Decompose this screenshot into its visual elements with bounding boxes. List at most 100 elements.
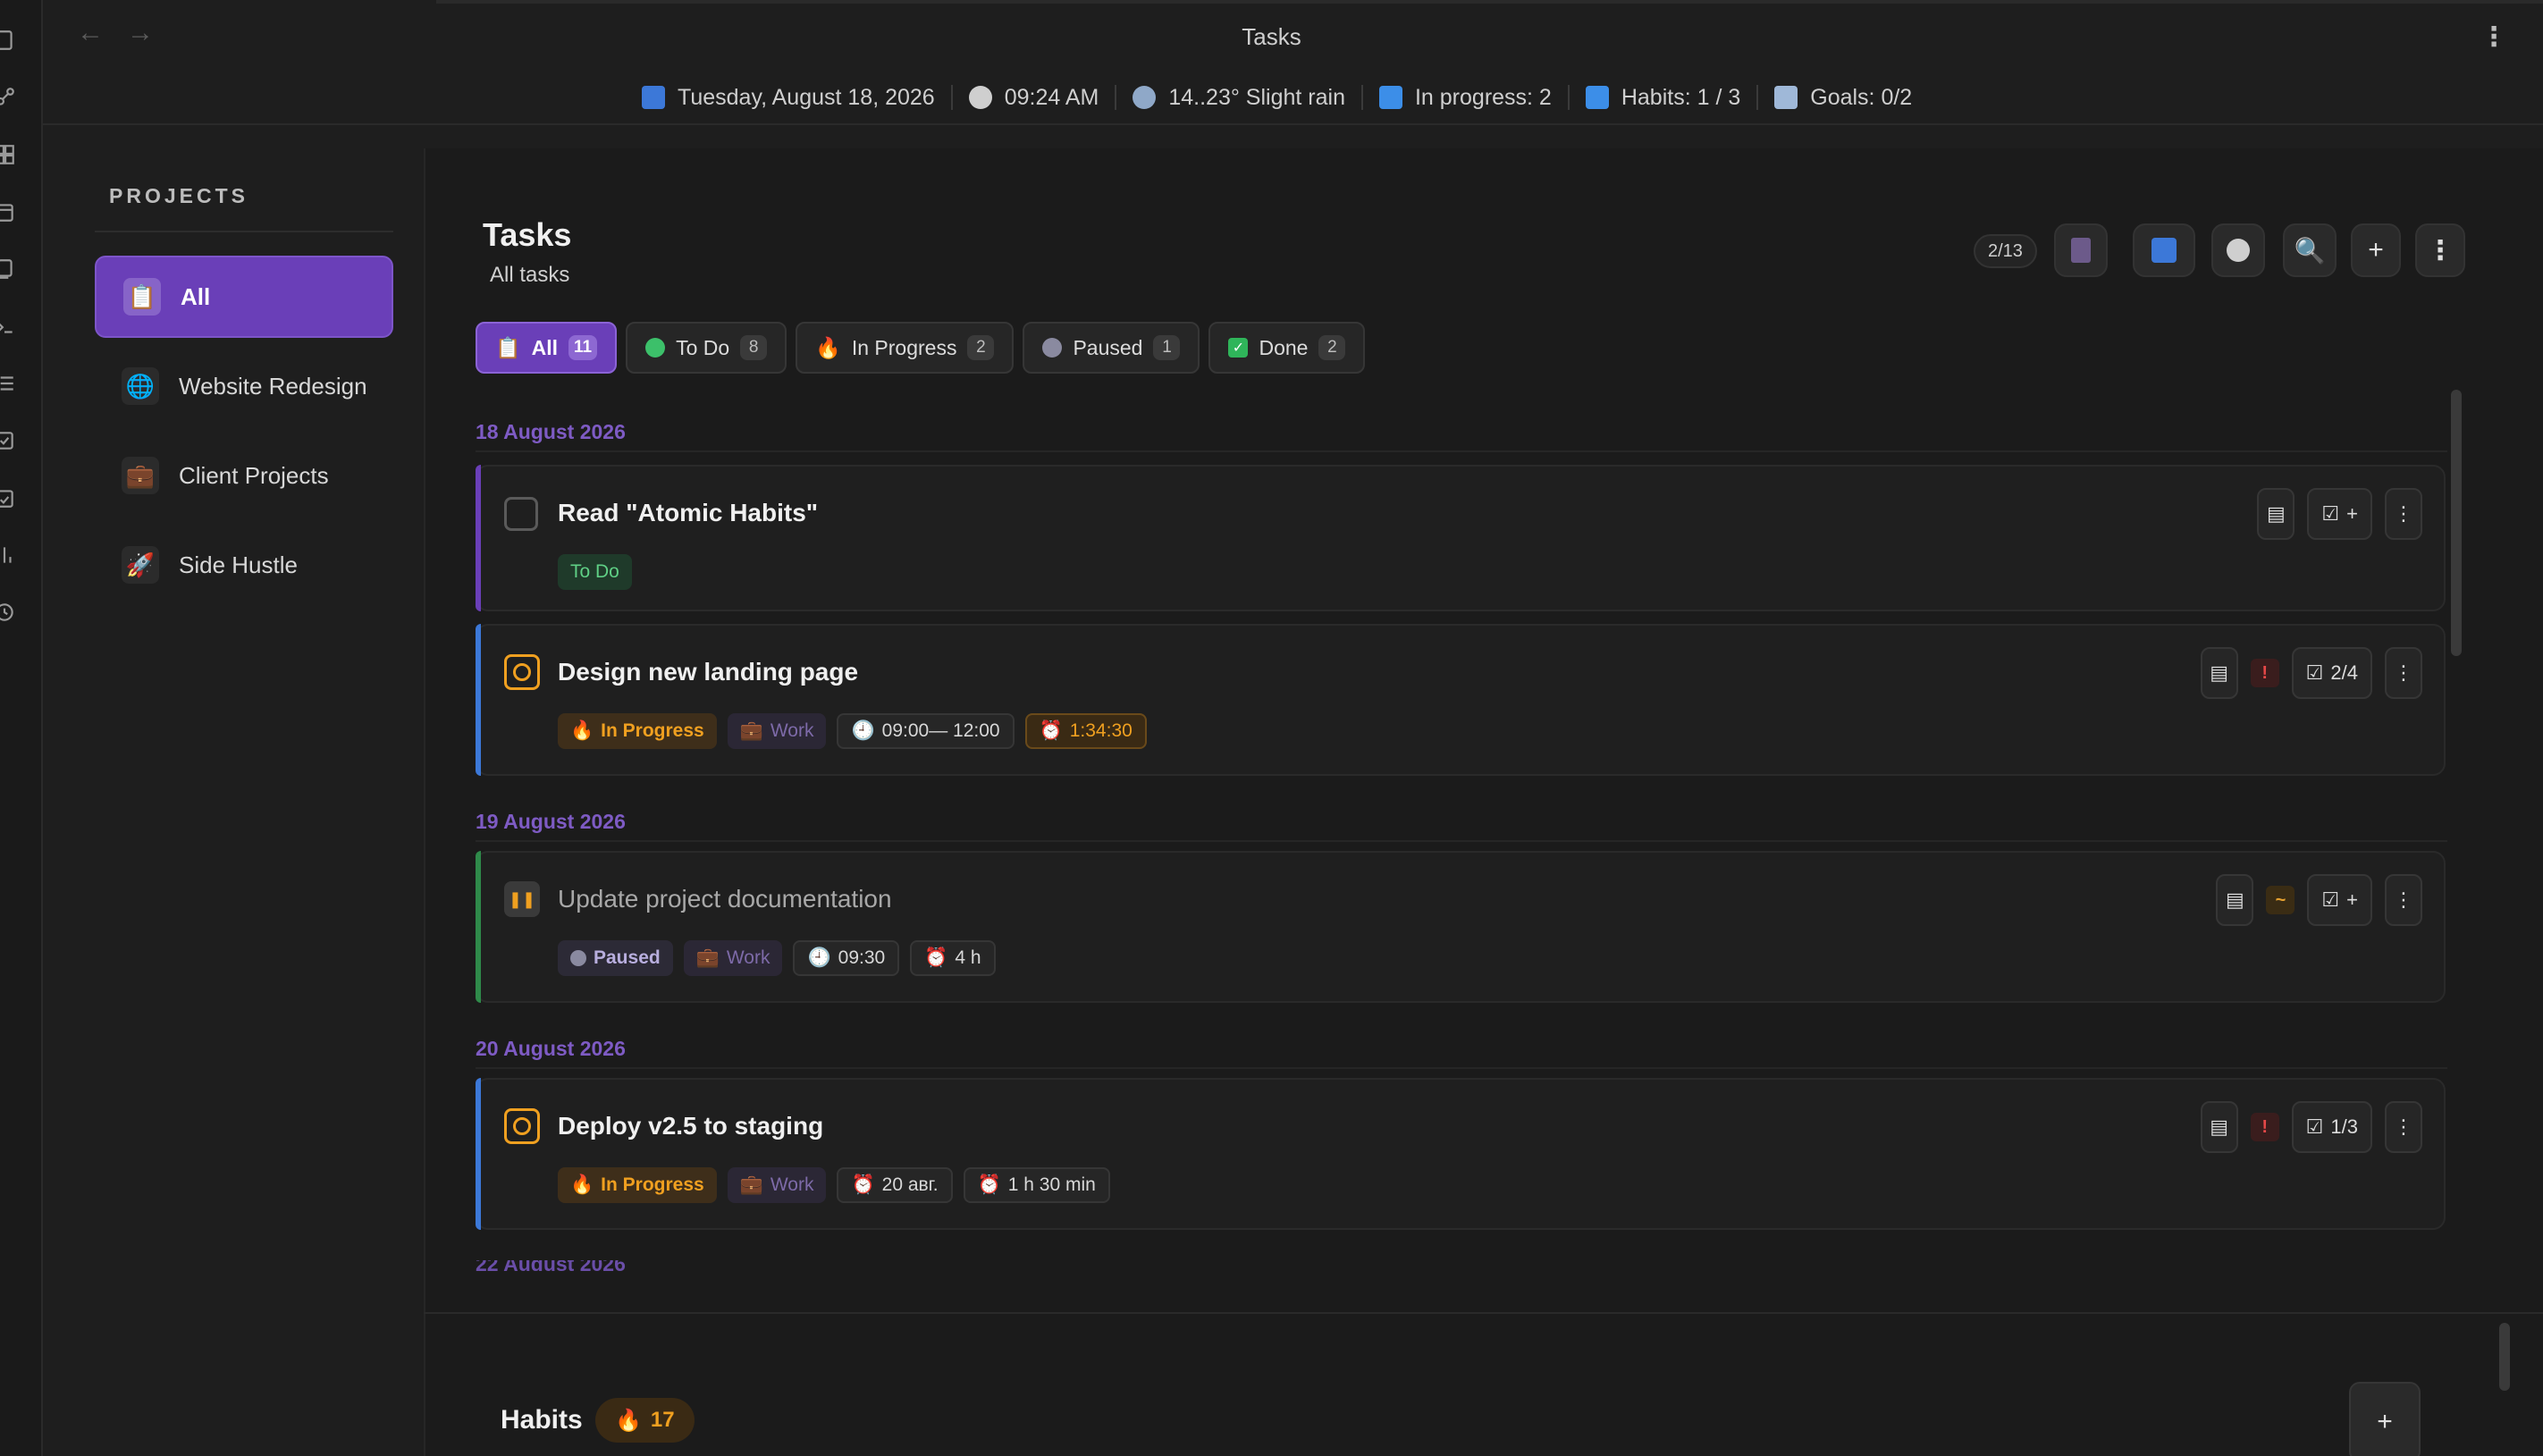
tasks-scrollbar[interactable] bbox=[2451, 390, 2462, 656]
fire-icon: 🔥 bbox=[815, 335, 841, 359]
alarm-icon: ⏰ bbox=[977, 1174, 1001, 1195]
time-info: 09:24 AM bbox=[953, 85, 1116, 111]
status-badge: 🔥 In Progress bbox=[558, 713, 717, 749]
subtasks-button[interactable]: ☑ 2/4 bbox=[2291, 647, 2372, 699]
notes-button[interactable]: ▤ bbox=[2200, 1101, 2238, 1153]
date-group-header-partial: 22 August 2026 bbox=[476, 1260, 654, 1271]
clock-status-icon[interactable] bbox=[504, 654, 540, 690]
more-menu-button[interactable]: ⋮ bbox=[2415, 223, 2465, 277]
pause-status-icon[interactable]: ❚❚ bbox=[504, 881, 540, 917]
subtasks-button[interactable]: ☑ + bbox=[2307, 874, 2372, 926]
history-icon[interactable] bbox=[0, 601, 18, 624]
in-progress-text: In progress: 2 bbox=[1414, 84, 1552, 110]
projects-heading: PROJECTS bbox=[109, 184, 248, 207]
habits-info: Habits: 1 / 3 bbox=[1570, 85, 1756, 111]
category-label: Work bbox=[770, 1174, 814, 1195]
list-icon[interactable] bbox=[0, 372, 18, 395]
filter-label: Paused bbox=[1073, 335, 1143, 359]
date-group-header: 19 August 2026 bbox=[476, 810, 626, 833]
task-menu-button[interactable]: ⋮ bbox=[2385, 488, 2422, 540]
habits-text: Habits: 1 / 3 bbox=[1621, 84, 1741, 110]
calendar-view-button[interactable] bbox=[2133, 223, 2195, 277]
note-icon: ▤ bbox=[2226, 888, 2244, 911]
more-vertical-icon: ⋮ bbox=[2394, 888, 2413, 911]
subtasks-count: 1/3 bbox=[2330, 1115, 2358, 1138]
task-card[interactable]: ❚❚ Update project documentation Paused 💼… bbox=[476, 851, 2446, 1003]
task-checkbox[interactable] bbox=[504, 497, 538, 531]
airplane-icon bbox=[1774, 86, 1798, 109]
duration-badge: ⏰ 4 h bbox=[910, 940, 996, 976]
checkmark-icon: ✓ bbox=[1228, 338, 1249, 358]
priority-high-icon: ! bbox=[2250, 659, 2279, 687]
note-icon: ▤ bbox=[2210, 1115, 2229, 1138]
subtasks-count: 2/4 bbox=[2330, 661, 2358, 684]
weather-text: 14..23° Slight rain bbox=[1168, 84, 1345, 110]
filter-count: 11 bbox=[568, 335, 598, 360]
filter-in-progress[interactable]: 🔥 In Progress 2 bbox=[796, 322, 1015, 374]
plus-icon: + bbox=[2377, 1407, 2393, 1436]
copy-icon[interactable] bbox=[0, 257, 18, 281]
clock-icon: 🕘 bbox=[851, 720, 875, 741]
calendar-icon[interactable] bbox=[0, 200, 18, 223]
fire-icon: 🔥 bbox=[570, 720, 594, 741]
notebook-button[interactable] bbox=[2054, 223, 2108, 277]
add-task-button[interactable]: + bbox=[2351, 223, 2401, 277]
task-menu-button[interactable]: ⋮ bbox=[2385, 874, 2422, 926]
project-item-all[interactable]: 📋 All bbox=[95, 256, 393, 338]
subtasks-button[interactable]: ☑ + bbox=[2307, 488, 2372, 540]
status-label: Paused bbox=[594, 947, 661, 968]
task-menu-button[interactable]: ⋮ bbox=[2385, 1101, 2422, 1153]
goals-text: Goals: 0/2 bbox=[1810, 84, 1913, 110]
filter-to-do[interactable]: To Do 8 bbox=[626, 322, 787, 374]
project-item-client-projects[interactable]: 💼 Client Projects bbox=[95, 434, 393, 517]
project-item-side-hustle[interactable]: 🚀 Side Hustle bbox=[95, 524, 393, 606]
graph-icon[interactable] bbox=[0, 86, 18, 109]
alarm-clock-icon: ⏰ bbox=[851, 1174, 875, 1195]
filter-label: To Do bbox=[676, 335, 730, 359]
clock-status-icon[interactable] bbox=[504, 1108, 540, 1144]
habits-streak-badge: 🔥 17 bbox=[595, 1398, 695, 1443]
filter-count: 2 bbox=[967, 335, 995, 360]
calendar-check-icon[interactable] bbox=[0, 486, 18, 509]
grid-icon[interactable] bbox=[0, 143, 18, 166]
more-options-icon[interactable]: ⋮ bbox=[2480, 21, 2507, 53]
play-icon bbox=[1378, 86, 1402, 109]
notes-button[interactable]: ▤ bbox=[2257, 488, 2295, 540]
time-label: 09:00— 12:00 bbox=[881, 720, 1000, 741]
notes-button[interactable]: ▤ bbox=[2216, 874, 2254, 926]
timer-badge: ⏰ 1:34:30 bbox=[1024, 713, 1147, 749]
terminal-icon[interactable] bbox=[0, 315, 18, 338]
date-divider bbox=[476, 450, 2447, 452]
calendar-icon bbox=[2151, 238, 2177, 263]
checkbox-icon[interactable] bbox=[0, 429, 18, 452]
filter-done[interactable]: ✓ Done 2 bbox=[1208, 322, 1366, 374]
task-menu-button[interactable]: ⋮ bbox=[2385, 647, 2422, 699]
more-vertical-icon: ⋮ bbox=[2394, 502, 2413, 525]
task-card[interactable]: Deploy v2.5 to staging 🔥 In Progress 💼 Wor… bbox=[476, 1078, 2446, 1230]
green-circle-icon bbox=[645, 338, 666, 358]
project-item-website-redesign[interactable]: 🌐 Website Redesign bbox=[95, 345, 393, 427]
window-title: Tasks bbox=[1242, 23, 1301, 50]
clock-icon bbox=[2227, 239, 2250, 262]
duration-badge: ⏰ 1 h 30 min bbox=[963, 1167, 1110, 1203]
subtasks-count: + bbox=[2346, 888, 2358, 911]
subtasks-button[interactable]: ☑ 1/3 bbox=[2291, 1101, 2372, 1153]
task-title: Design new landing page bbox=[558, 658, 859, 686]
add-habit-button[interactable]: + bbox=[2349, 1382, 2421, 1456]
task-title: Read "Atomic Habits" bbox=[558, 499, 819, 526]
search-button[interactable]: 🔍 bbox=[2283, 223, 2337, 277]
task-card[interactable]: Read "Atomic Habits" To Do ▤ ☑ + ⋮ bbox=[476, 465, 2446, 611]
fire-icon: 🔥 bbox=[615, 1408, 642, 1433]
calendar-icon bbox=[642, 86, 665, 109]
timer-button[interactable] bbox=[2211, 223, 2265, 277]
habits-scrollbar[interactable] bbox=[2499, 1323, 2510, 1391]
task-card[interactable]: Design new landing page 🔥 In Progress 💼 Wo… bbox=[476, 624, 2446, 776]
notes-button[interactable]: ▤ bbox=[2200, 647, 2238, 699]
filter-label: All bbox=[531, 335, 559, 359]
projects-divider bbox=[95, 231, 393, 232]
header-divider bbox=[43, 123, 2543, 125]
filter-paused[interactable]: Paused 1 bbox=[1023, 322, 1200, 374]
filter-all[interactable]: 📋 All 11 bbox=[476, 322, 618, 374]
bar-chart-icon[interactable] bbox=[0, 543, 18, 567]
filter-label: Done bbox=[1259, 335, 1309, 359]
